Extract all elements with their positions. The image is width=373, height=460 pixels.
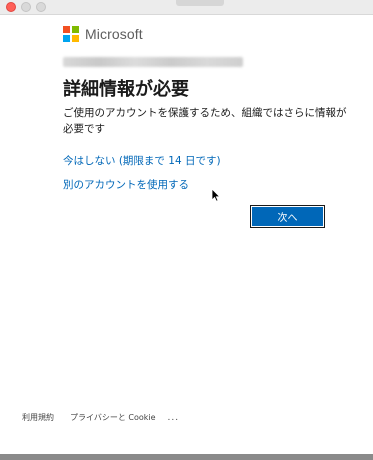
brand-name: Microsoft: [85, 26, 143, 42]
skip-for-now-link[interactable]: 今はしない (期限まで 14 日です): [63, 153, 221, 168]
microsoft-logo: Microsoft: [63, 26, 143, 42]
page-title: 詳細情報が必要: [63, 79, 189, 100]
footer: 利用規約 プライバシーと Cookie ...: [22, 412, 179, 423]
title-bar-handle: [176, 0, 224, 6]
sign-in-window: Microsoft 詳細情報が必要 ご使用のアカウントを保護するため、組織ではさ…: [0, 0, 373, 454]
more-options-icon[interactable]: ...: [168, 413, 180, 423]
background-strip: [0, 454, 373, 460]
microsoft-logo-icon: [63, 26, 79, 42]
close-window-button[interactable]: [6, 2, 16, 12]
description-text: ご使用のアカウントを保護するため、組織ではさらに情報が必要です: [63, 107, 347, 135]
account-email-redacted: [63, 57, 243, 67]
terms-of-use-link[interactable]: 利用規約: [22, 412, 54, 423]
logo-square-blue: [63, 35, 70, 42]
minimize-window-button[interactable]: [21, 2, 31, 12]
logo-square-red: [63, 26, 70, 33]
maximize-window-button[interactable]: [36, 2, 46, 12]
privacy-cookies-link[interactable]: プライバシーと Cookie: [70, 412, 156, 423]
logo-square-yellow: [72, 35, 79, 42]
use-another-account-link[interactable]: 別のアカウントを使用する: [63, 177, 189, 192]
next-button[interactable]: 次へ: [250, 205, 325, 228]
mouse-cursor-icon: [211, 188, 221, 202]
title-bar: [0, 0, 373, 15]
logo-square-green: [72, 26, 79, 33]
